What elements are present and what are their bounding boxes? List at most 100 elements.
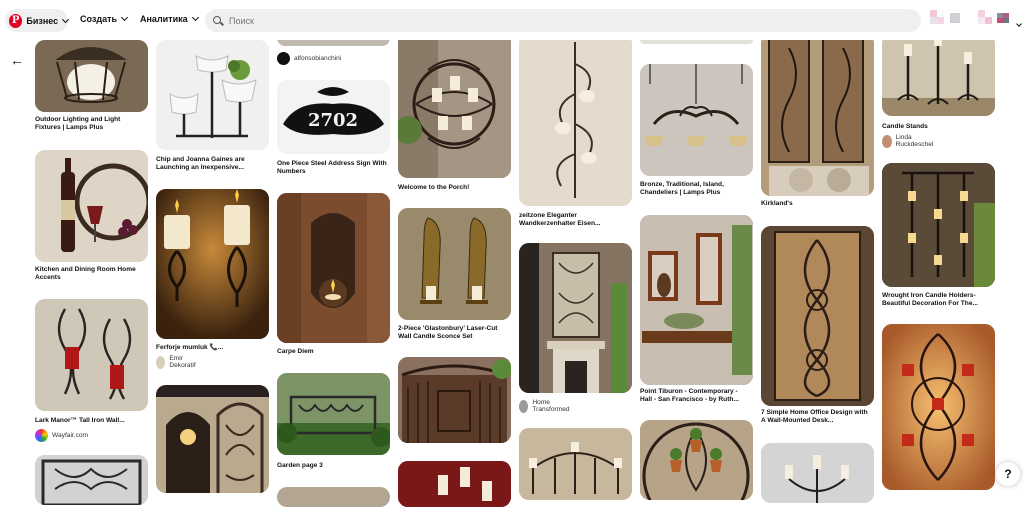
pin-title: Ferforje mumluk 📞... bbox=[156, 344, 224, 351]
notifications-icon[interactable] bbox=[930, 10, 944, 24]
search-icon bbox=[213, 15, 223, 26]
pin-image[interactable] bbox=[519, 34, 632, 206]
candle-holders-icon bbox=[156, 189, 269, 339]
pin-image[interactable]: 2702 bbox=[277, 80, 390, 154]
chandelier-icon bbox=[640, 64, 753, 176]
svg-text:2702: 2702 bbox=[308, 110, 358, 131]
pin-image[interactable] bbox=[277, 193, 390, 343]
chevron-down-icon bbox=[120, 13, 129, 22]
avatar bbox=[277, 52, 290, 65]
avatar bbox=[519, 399, 529, 413]
wall-shelves-icon bbox=[640, 215, 753, 385]
help-button[interactable]: ? bbox=[996, 462, 1020, 486]
pin-title: Point Tiburon - Contemporary - Hall - Sa… bbox=[640, 388, 739, 403]
analytics-label: Аналитика bbox=[140, 14, 188, 24]
pin-image[interactable] bbox=[882, 163, 995, 287]
pin-title: Chip and Joanna Gaines are Launching an … bbox=[156, 156, 245, 171]
pin-image[interactable] bbox=[398, 461, 511, 507]
pin-image[interactable] bbox=[398, 357, 511, 443]
messages-icon[interactable] bbox=[950, 13, 960, 23]
pin-source[interactable]: alfonsobianchini bbox=[277, 52, 341, 65]
analytics-menu[interactable]: Аналитика bbox=[140, 13, 199, 24]
chevron-down-icon bbox=[191, 13, 199, 22]
candle-trio-icon bbox=[761, 443, 874, 503]
pin-source-label: alfonsobianchini bbox=[294, 55, 342, 62]
accounts-menu-button[interactable] bbox=[1012, 13, 1022, 31]
pin-title: 7 Simple Home Office Design with A Wall-… bbox=[761, 409, 868, 424]
fireplace-icon bbox=[519, 243, 632, 393]
pin-title: Carpe Diem bbox=[277, 348, 314, 355]
pin-source[interactable]: Linda Ruckdeschel bbox=[882, 134, 937, 148]
pin-image[interactable] bbox=[277, 487, 390, 507]
pin-image[interactable] bbox=[882, 324, 995, 490]
pin-title: One Piece Steel Address Sign With Number… bbox=[277, 160, 387, 175]
search-bar[interactable] bbox=[205, 9, 921, 32]
pin-image[interactable] bbox=[35, 299, 148, 411]
pin-image[interactable] bbox=[398, 30, 511, 178]
chevron-down-icon bbox=[62, 15, 70, 23]
pin-image[interactable] bbox=[35, 150, 148, 262]
hanging-lamp-icon bbox=[35, 40, 148, 112]
pin-image[interactable] bbox=[882, 34, 995, 116]
pin-image[interactable] bbox=[640, 215, 753, 385]
pin-source[interactable]: Emir Dekoratif bbox=[156, 355, 199, 369]
candelabra-icon bbox=[519, 428, 632, 500]
pin-image[interactable] bbox=[156, 189, 269, 339]
pin-source-label: Wayfair.com bbox=[52, 432, 89, 439]
pin-image[interactable] bbox=[156, 385, 269, 493]
create-menu[interactable]: Создать bbox=[80, 13, 129, 24]
pin-image[interactable] bbox=[761, 226, 874, 406]
circle-planter-icon bbox=[640, 420, 753, 500]
pinterest-logo-icon: P bbox=[9, 13, 23, 28]
sconce-set-icon bbox=[398, 208, 511, 320]
profile-avatar[interactable] bbox=[997, 13, 1009, 23]
wall-candle-icon bbox=[519, 34, 632, 206]
wall-mirror-icon bbox=[156, 385, 269, 493]
avatar bbox=[35, 429, 48, 442]
pin-title: Lark Manor™ Tall Iron Wall... bbox=[35, 417, 125, 424]
pin-image[interactable] bbox=[761, 34, 874, 196]
iron-gate-icon bbox=[398, 357, 511, 443]
pin-image[interactable] bbox=[35, 40, 148, 112]
avatar bbox=[156, 355, 166, 369]
business-label: Бизнес bbox=[26, 15, 59, 26]
glow-sconce-icon bbox=[882, 324, 995, 490]
iron-panel-icon bbox=[35, 455, 148, 505]
porch-sconce-icon bbox=[398, 30, 511, 178]
pin-source[interactable]: Wayfair.com bbox=[35, 429, 88, 442]
top-bar: P Бизнес Создать Аналитика bbox=[0, 0, 1024, 40]
pin-image[interactable] bbox=[761, 443, 874, 503]
pin-image[interactable] bbox=[519, 243, 632, 393]
create-label: Создать bbox=[80, 14, 118, 24]
pin-source-label: Emir Dekoratif bbox=[169, 355, 196, 369]
pin-title: 2-Piece 'Glastonbury' Laser-Cut Wall Can… bbox=[398, 325, 498, 340]
pin-source-label: Home Transformed bbox=[532, 399, 570, 413]
garden-fence-icon bbox=[277, 373, 390, 455]
pin-source-label: Linda Ruckdeschel bbox=[895, 134, 934, 148]
pin-image[interactable] bbox=[398, 208, 511, 320]
pin-source[interactable]: Home Transformed bbox=[519, 399, 573, 413]
pin-image[interactable] bbox=[156, 40, 269, 150]
pin-title: Garden page 3 bbox=[277, 462, 323, 469]
floor-candles-icon bbox=[882, 34, 995, 116]
updates-icon[interactable] bbox=[978, 10, 992, 24]
pin-image[interactable] bbox=[519, 428, 632, 500]
pin-title: Wrought Iron Candle Holders- Beautiful D… bbox=[882, 292, 978, 307]
pin-title: Kitchen and Dining Room Home Accents bbox=[35, 266, 136, 281]
wall-panels-icon bbox=[761, 34, 874, 196]
wood-candle-icon bbox=[277, 193, 390, 343]
pin-image[interactable] bbox=[35, 455, 148, 505]
pin-image[interactable] bbox=[640, 64, 753, 176]
pin-title: Outdoor Lighting and Light Fixtures | La… bbox=[35, 116, 121, 131]
scroll-art-icon bbox=[761, 226, 874, 406]
pin-image[interactable] bbox=[277, 373, 390, 455]
candle-grid-icon bbox=[882, 163, 995, 287]
back-arrow-icon[interactable]: ← bbox=[10, 52, 24, 68]
red-room-icon bbox=[398, 461, 511, 507]
business-menu-button[interactable]: P Бизнес bbox=[5, 9, 70, 32]
pin-title: Bronze, Traditional, Island, Chandeliers… bbox=[640, 181, 724, 196]
pin-image[interactable] bbox=[640, 420, 753, 500]
search-input[interactable] bbox=[229, 15, 829, 26]
pin-title: Welcome to the Porch! bbox=[398, 184, 470, 191]
address-sign-icon: 2702 bbox=[277, 80, 390, 154]
